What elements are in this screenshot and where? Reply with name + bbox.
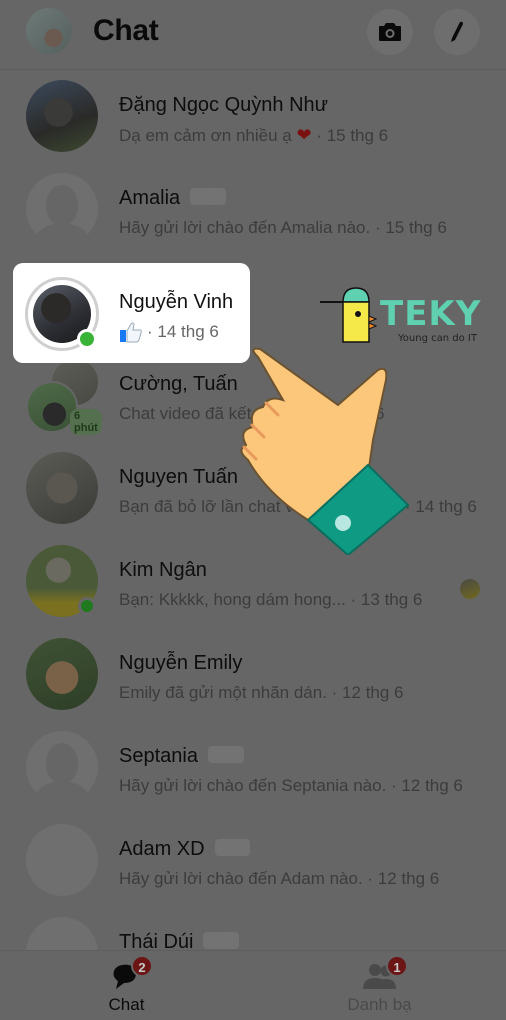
tab-label: Danh bạ (347, 995, 412, 1014)
contact-name: Nguyễn Vinh (119, 291, 234, 313)
name-text: Amalia (119, 187, 181, 209)
contact-name: Adam XD MỚI (119, 838, 251, 861)
pencil-icon (451, 21, 463, 42)
teky-brand-text: TEKY (380, 294, 481, 334)
contact-name: Cường, Tuấn (119, 373, 238, 395)
snippet-text: Emily đã gửi một nhãn dán. (119, 683, 327, 702)
contact-name: Amalia MỚI (119, 187, 226, 210)
conversation-row[interactable]: Đặng Ngọc Quỳnh Như Dạ em cảm ơn nhiều ạ… (0, 70, 506, 162)
group-avatar: 6 phút (26, 357, 102, 435)
name-text: Thái Dúi (119, 931, 194, 950)
tab-label: Chat (108, 995, 145, 1014)
message-snippet: Bạn: Kkkkk, hong dám hong... · 13 thg 6 (119, 590, 422, 610)
contact-name: Nguyễn Emily (119, 652, 243, 674)
camera-icon (379, 23, 401, 41)
heart-icon: ❤ (296, 125, 312, 145)
message-snippet: Hãy gửi lời chào đến Amalia nào. · 15 th… (119, 218, 447, 238)
name-text: Adam XD (119, 838, 205, 860)
contact-name: Nguyen Tuấn (119, 466, 238, 488)
compose-button[interactable] (434, 9, 480, 55)
message-snippet: Hãy gửi lời chào đến Adam nào. · 12 thg … (119, 869, 439, 889)
snippet-text: Dạ em cảm ơn nhiều ạ (119, 126, 292, 145)
pointing-hand-icon (240, 347, 410, 555)
contact-name: Kim Ngân (119, 559, 207, 581)
message-date: · 12 thg 6 (331, 683, 404, 702)
conversation-row[interactable]: Nguyễn Emily Emily đã gửi một nhãn dán. … (0, 628, 506, 720)
avatar (26, 80, 98, 152)
teky-logo: TEKY Young can do IT (320, 287, 481, 344)
message-snippet: Hãy gửi lời chào đến Septania nào. · 12 … (119, 776, 463, 796)
thumbs-up-icon (120, 322, 142, 343)
avatar (26, 638, 98, 710)
teky-mascot-icon (320, 287, 378, 343)
contact-name: Đặng Ngọc Quỳnh Như (119, 94, 329, 116)
tab-contacts[interactable]: 1 Danh bạ (253, 951, 506, 1020)
name-text: Septania (119, 745, 198, 767)
default-avatar-icon (26, 173, 98, 245)
default-avatar-icon (26, 731, 98, 803)
message-date: · 13 thg 6 (350, 590, 423, 609)
profile-avatar[interactable] (26, 8, 72, 54)
tab-chat[interactable]: 2 Chat (0, 951, 253, 1020)
camera-button[interactable] (367, 9, 413, 55)
avatar (26, 452, 98, 524)
new-badge: MỚI (214, 839, 251, 856)
conversation-row[interactable]: Adam XD MỚI Hãy gửi lời chào đến Adam nào… (0, 814, 506, 906)
avatar (26, 824, 98, 896)
snippet-text: Hãy gửi lời chào đến Adam nào. (119, 869, 363, 888)
message-date: · 14 thg 6 (147, 322, 219, 341)
message-date: · 15 thg 6 (374, 218, 447, 237)
unread-badge: 2 (131, 955, 153, 977)
conversation-row[interactable]: Septania MỚI Hãy gửi lời chào đến Septani… (0, 721, 506, 813)
avatar (26, 917, 98, 950)
message-date: · 15 thg 6 (316, 126, 389, 145)
conversation-row[interactable]: Thái Dúi MỚI (0, 907, 506, 950)
snippet-text: Hãy gửi lời chào đến Amalia nào. (119, 218, 371, 237)
seen-receipt-avatar (460, 579, 480, 599)
new-badge: MỚI (203, 932, 240, 949)
message-snippet: · 14 thg 6 (119, 321, 219, 343)
snippet-text: Bạn: Kkkkk, hong dám hong... (119, 590, 346, 609)
snippet-text: Hãy gửi lời chào đến Septania nào. (119, 776, 387, 795)
notification-badge: 1 (386, 955, 408, 977)
contact-name: Septania MỚI (119, 745, 244, 768)
teky-tagline: Young can do IT (397, 333, 478, 344)
online-indicator (78, 597, 96, 615)
page-title: Chat (93, 14, 159, 47)
active-timer-badge: 6 phút (70, 409, 102, 435)
contact-name: Thái Dúi MỚI (119, 931, 240, 950)
new-badge: MỚI (190, 188, 226, 205)
bottom-tab-bar: 2 Chat 1 Danh bạ (0, 950, 506, 1020)
message-date: · 12 thg 6 (391, 776, 463, 795)
message-snippet: Dạ em cảm ơn nhiều ạ ❤ · 15 thg 6 (119, 125, 388, 146)
message-date: · 12 thg 6 (367, 869, 440, 888)
app-header: Chat (0, 0, 506, 70)
conversation-row[interactable]: Amalia MỚI Hãy gửi lời chào đến Amalia nà… (0, 163, 506, 255)
new-badge: MỚI (207, 746, 244, 763)
message-snippet: Emily đã gửi một nhãn dán. · 12 thg 6 (119, 683, 404, 703)
online-indicator (77, 329, 97, 349)
highlighted-conversation-row[interactable]: Nguyễn Vinh · 14 thg 6 (13, 263, 250, 363)
